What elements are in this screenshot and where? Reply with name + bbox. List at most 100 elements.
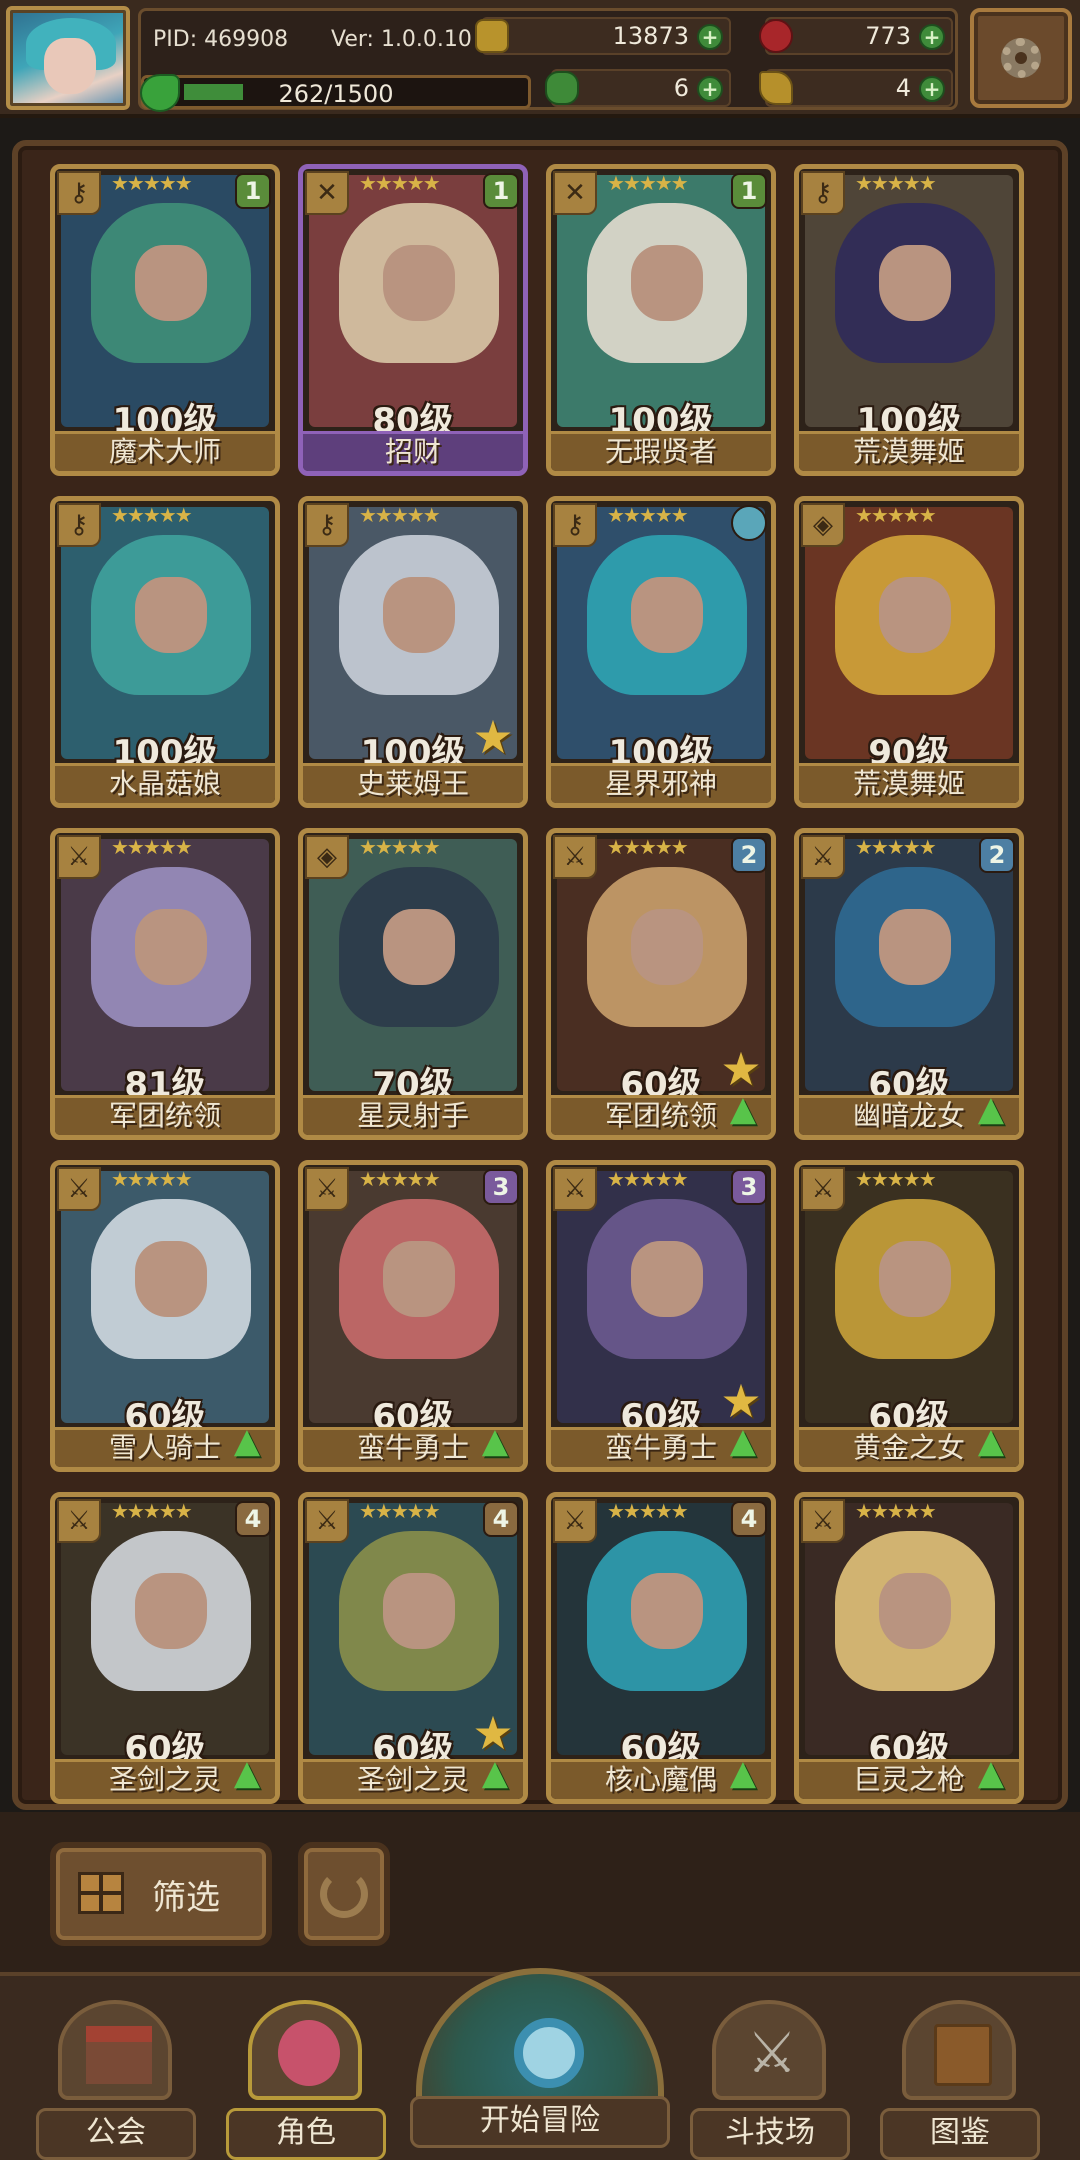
book-icon — [934, 2024, 992, 2086]
filter-area: 筛选 — [0, 1812, 1080, 1972]
key-class-icon: ⚷ — [57, 503, 101, 547]
upgrade-arrow-icon: ▲ — [233, 1753, 261, 1793]
star-rating: ★★★★★ — [359, 835, 441, 859]
character-head-icon — [278, 2020, 340, 2086]
character-card[interactable]: ⚷ ★★★★★ 100级 史莱姆王 ★ — [298, 496, 528, 808]
character-card[interactable]: ⚷ ★★★★★ 100级 星界邪神 — [546, 496, 776, 808]
upgrade-arrow-icon: ▲ — [729, 1753, 757, 1793]
star-rating: ★★★★★ — [111, 171, 193, 195]
star-rating: ★★★★★ — [855, 503, 937, 527]
upgrade-arrow-icon: ▲ — [481, 1421, 509, 1461]
shield-class-icon: ◈ — [305, 835, 349, 879]
character-card[interactable]: ⚔ ★★★★★ 4 60级 核心魔偶 ▲ — [546, 1492, 776, 1804]
reset-filter-button[interactable] — [298, 1842, 390, 1946]
sword-class-icon: ⚔ — [553, 1499, 597, 1543]
character-card[interactable]: ⚔ ★★★★★ 4 60级 圣剑之灵 ★ ▲ — [298, 1492, 528, 1804]
star-rating: ★★★★★ — [359, 503, 441, 527]
character-card[interactable]: ⚷ ★★★★★ 100级 水晶菇娘 — [50, 496, 280, 808]
character-card[interactable]: ✕ ★★★★★ 1 100级 无瑕贤者 — [546, 164, 776, 476]
character-card[interactable]: ⚔ ★★★★★ 2 60级 幽暗龙女 ▲ — [794, 828, 1024, 1140]
rank-badge: 1 — [731, 173, 767, 209]
favorite-star-icon: ★ — [720, 1374, 762, 1428]
settings-button[interactable] — [970, 8, 1072, 108]
nav-guild[interactable]: 公会 — [36, 1988, 196, 2160]
portrait-face — [879, 1241, 951, 1317]
key-counter: 4 + — [759, 69, 953, 107]
character-card[interactable]: ◈ ★★★★★ 90级 荒漠舞姬 — [794, 496, 1024, 808]
character-card[interactable]: ⚔ ★★★★★ 60级 黄金之女 ▲ — [794, 1160, 1024, 1472]
add-key-button[interactable]: + — [919, 76, 945, 102]
star-rating: ★★★★★ — [359, 1167, 441, 1191]
character-card[interactable]: ⚔ ★★★★★ 3 60级 蛮牛勇士 ★ ▲ — [546, 1160, 776, 1472]
refresh-icon — [320, 1870, 368, 1918]
portrait-face — [135, 245, 207, 321]
codex-icon-box — [902, 2000, 1016, 2100]
rank-badge: 4 — [483, 1501, 519, 1537]
sword-class-icon: ⚔ — [57, 835, 101, 879]
rank-badge: 2 — [979, 837, 1015, 873]
character-card[interactable]: ⚔ ★★★★★ 81级 军团统领 — [50, 828, 280, 1140]
character-roster: ⚷ ★★★★★ 1 100级 魔术大师 ✕ ★★★★★ 1 80级 招财 ✕ ★★★★★ 1 100级 无瑕… — [12, 140, 1068, 1810]
rank-badge: 3 — [483, 1169, 519, 1205]
star-rating: ★★★★★ — [607, 1167, 689, 1191]
portrait-face — [631, 1573, 703, 1649]
character-name: 魔术大师 — [55, 431, 275, 471]
star-rating: ★★★★★ — [607, 835, 689, 859]
character-card[interactable]: ✕ ★★★★★ 1 80级 招财 — [298, 164, 528, 476]
portrait-face — [879, 1573, 951, 1649]
character-card[interactable]: ⚔ ★★★★★ 2 60级 军团统领 ★ ▲ — [546, 828, 776, 1140]
favorite-star-icon: ★ — [472, 710, 514, 764]
key-icon — [759, 71, 793, 105]
star-rating: ★★★★★ — [111, 835, 193, 859]
key-value: 4 — [895, 74, 911, 102]
character-card[interactable]: ⚔ ★★★★★ 3 60级 蛮牛勇士 ▲ — [298, 1160, 528, 1472]
nav-codex-label: 图鉴 — [880, 2108, 1040, 2160]
player-avatar[interactable] — [6, 6, 130, 110]
character-card[interactable]: ⚔ ★★★★★ 4 60级 圣剑之灵 ▲ — [50, 1492, 280, 1804]
portrait-face — [383, 245, 455, 321]
upgrade-arrow-icon: ▲ — [481, 1753, 509, 1793]
player-id: PID: 469908 — [153, 27, 289, 52]
sword-class-icon: ⚔ — [305, 1167, 349, 1211]
gem-counter: 773 + — [759, 17, 953, 55]
rank-badge: 1 — [483, 173, 519, 209]
star-rating: ★★★★★ — [855, 835, 937, 859]
clover-counter: 6 + — [545, 69, 731, 107]
portrait-face — [631, 909, 703, 985]
star-rating: ★★★★★ — [111, 1499, 193, 1523]
portrait-face — [383, 909, 455, 985]
add-clover-button[interactable]: + — [697, 76, 723, 102]
key-class-icon: ⚷ — [553, 503, 597, 547]
character-card[interactable]: ⚔ ★★★★★ 60级 雪人骑士 ▲ — [50, 1160, 280, 1472]
clover-icon — [545, 71, 579, 105]
rank-badge: 2 — [731, 837, 767, 873]
gold-coin-icon — [475, 19, 509, 53]
guild-icon-box — [58, 2000, 172, 2100]
favorite-star-icon: ★ — [472, 1706, 514, 1760]
exp-bar: 262/1500 — [140, 74, 531, 112]
nav-character-label: 角色 — [226, 2108, 386, 2160]
upgrade-arrow-icon: ▲ — [977, 1753, 1005, 1793]
add-gem-button[interactable]: + — [919, 24, 945, 50]
filter-button[interactable]: 筛选 — [50, 1842, 272, 1946]
arena-icon-box: ⚔ — [712, 2000, 826, 2100]
character-card[interactable]: ◈ ★★★★★ 70级 星灵射手 — [298, 828, 528, 1140]
exp-text: 262/1500 — [278, 80, 394, 108]
nav-codex[interactable]: 图鉴 — [880, 1988, 1040, 2160]
red-gem-icon — [759, 19, 793, 53]
start-adventure-button[interactable]: 开始冒险 — [410, 1968, 670, 2160]
star-rating: ★★★★★ — [855, 1167, 937, 1191]
character-card[interactable]: ⚷ ★★★★★ 100级 荒漠舞姬 — [794, 164, 1024, 476]
sword-class-icon: ⚔ — [801, 1499, 845, 1543]
nav-character[interactable]: 角色 — [226, 1988, 386, 2160]
portrait-face — [631, 577, 703, 653]
rank-badge: 3 — [731, 1169, 767, 1205]
nav-arena[interactable]: ⚔ 斗技场 — [690, 1988, 850, 2160]
character-name: 荒漠舞姬 — [799, 431, 1019, 471]
upgrade-arrow-icon: ▲ — [729, 1089, 757, 1129]
shield-class-icon: ◈ — [801, 503, 845, 547]
key-class-icon: ⚷ — [801, 171, 845, 215]
character-card[interactable]: ⚔ ★★★★★ 60级 巨灵之枪 ▲ — [794, 1492, 1024, 1804]
character-card[interactable]: ⚷ ★★★★★ 1 100级 魔术大师 — [50, 164, 280, 476]
add-gold-button[interactable]: + — [697, 24, 723, 50]
